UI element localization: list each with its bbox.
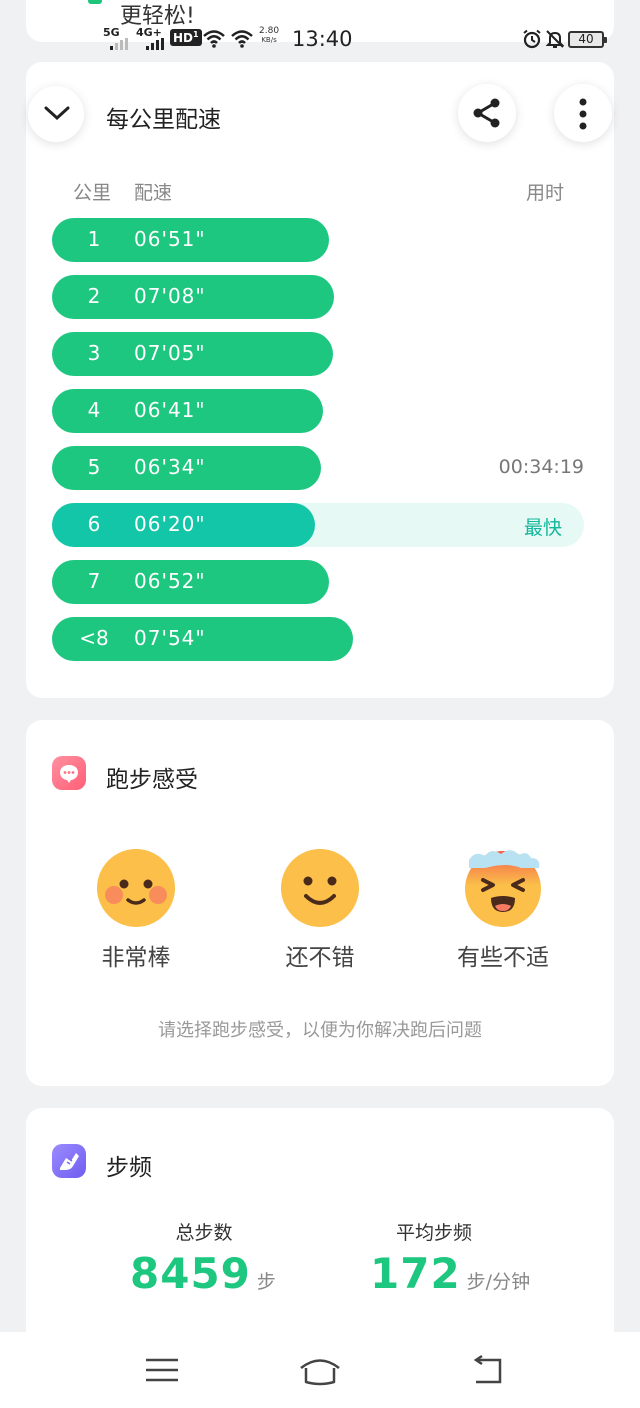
pace-row-km: 7 [87, 569, 101, 593]
share-icon [473, 98, 500, 128]
system-navigation-bar [0, 1332, 640, 1408]
status-bar: 5G 4G+ HD1 2.80 KB/s 13:40 40 [0, 26, 640, 54]
pace-row-pace: 06'52" [134, 569, 206, 593]
shoe-icon [52, 1144, 86, 1178]
column-km-header: 公里 [73, 182, 112, 204]
chevron-down-icon [44, 106, 70, 121]
fastest-tag: 最快 [523, 517, 562, 539]
more-button[interactable] [554, 84, 612, 142]
share-button[interactable] [458, 84, 516, 142]
pace-row: 3 07'05" [52, 332, 584, 376]
smile-icon [281, 849, 359, 927]
pace-row-pace: 06'51" [134, 227, 206, 251]
back-icon[interactable] [468, 1354, 508, 1386]
total-steps-unit: 步 [256, 1271, 276, 1293]
running-feeling-title: 跑步感受 [106, 767, 198, 793]
pace-row-pace: 06'20" [134, 512, 206, 536]
cadence-title: 步频 [106, 1155, 152, 1181]
collapse-button[interactable] [28, 86, 84, 142]
pace-bar: 6 06'20" [52, 503, 315, 547]
status-time: 13:40 [292, 27, 353, 51]
pace-bar: 7 06'52" [52, 560, 329, 604]
pace-card-title: 每公里配速 [106, 107, 221, 133]
pace-row-km: 3 [87, 341, 101, 365]
pace-row-pace: 07'54" [134, 626, 206, 650]
pace-row-km: 4 [87, 398, 101, 422]
pace-row: 6 06'20" 最快 [52, 503, 584, 547]
feeling-option-label: 非常棒 [101, 945, 171, 971]
avg-cadence-stat: 平均步频 172 步/分钟 [370, 1218, 530, 1298]
pace-row: 7 06'52" [52, 560, 584, 604]
pace-row-pace: 07'08" [134, 284, 206, 308]
feeling-hint: 请选择跑步感受，以便为你解决跑后问题 [158, 1020, 482, 1041]
home-icon[interactable] [298, 1354, 342, 1386]
avg-cadence-value: 172 [370, 1249, 461, 1298]
pace-row: 1 06'51" [52, 218, 584, 262]
alarm-icon [523, 29, 541, 49]
pace-bar: 4 06'41" [52, 389, 323, 433]
wifi-icon [203, 30, 225, 48]
overheated-face-icon [465, 850, 541, 927]
wifi-icon-2 [231, 30, 253, 48]
network-speed: 2.80 KB/s [259, 26, 280, 45]
column-pace-header: 配速 [134, 182, 173, 204]
pace-row: 2 07'08" [52, 275, 584, 319]
total-steps-label: 总步数 [175, 1222, 233, 1244]
pace-row-time: 00:34:19 [498, 456, 584, 478]
blushing-smile-icon [97, 849, 175, 927]
menu-icon[interactable] [142, 1354, 182, 1386]
signal-bars-icon-2 [146, 38, 164, 50]
chat-bubble-icon [52, 756, 86, 790]
column-time-header: 用时 [525, 182, 564, 204]
signal-bars-icon [110, 38, 128, 50]
pace-row: <8 07'54" [52, 617, 584, 661]
pace-row-pace: 06'34" [134, 455, 206, 479]
hd-voice-badge: HD1 [170, 29, 202, 46]
pace-bar: <8 07'54" [52, 617, 353, 661]
total-steps-value: 8459 [130, 1249, 251, 1298]
pace-row-km: 2 [87, 284, 101, 308]
pace-row-km: 1 [87, 227, 101, 251]
pace-card: 每公里配速 公里 配速 用时 1 06'51" 2 07'08" 3 07'05" 4 06'… [26, 62, 614, 698]
avg-cadence-label: 平均步频 [396, 1222, 473, 1244]
pace-bar: 3 07'05" [52, 332, 333, 376]
feeling-option-good[interactable]: 还不错 [230, 848, 410, 972]
running-feeling-card: 跑步感受 非常棒 还不错 有些不适 请选择跑步感受，以便为你解决跑后问题 [26, 720, 614, 1086]
battery-indicator: 40 [568, 31, 607, 48]
feeling-option-label: 有些不适 [457, 945, 549, 971]
pace-bar: 1 06'51" [52, 218, 329, 262]
bell-off-icon [545, 30, 565, 48]
pace-row: 4 06'41" [52, 389, 584, 433]
avg-cadence-unit: 步/分钟 [466, 1271, 531, 1293]
pace-row-pace: 06'41" [134, 398, 206, 422]
pace-bar: 2 07'08" [52, 275, 334, 319]
feeling-option-label: 还不错 [285, 945, 355, 971]
pace-row: 5 06'34" 00:34:19 [52, 446, 584, 490]
pace-row-km: 5 [87, 455, 101, 479]
pace-row-km: 6 [87, 512, 101, 536]
total-steps-stat: 总步数 8459 步 [130, 1218, 276, 1298]
feeling-option-great[interactable]: 非常棒 [46, 848, 226, 972]
leaf-icon [88, 0, 102, 4]
pace-row-pace: 07'05" [134, 341, 206, 365]
more-vertical-icon [579, 98, 587, 130]
pace-row-km: <8 [79, 626, 109, 650]
cadence-card: 步频 总步数 8459 步 平均步频 172 步/分钟 [26, 1108, 614, 1368]
pace-bar: 5 06'34" [52, 446, 321, 490]
feeling-option-uncomfortable[interactable]: 有些不适 [413, 848, 593, 972]
